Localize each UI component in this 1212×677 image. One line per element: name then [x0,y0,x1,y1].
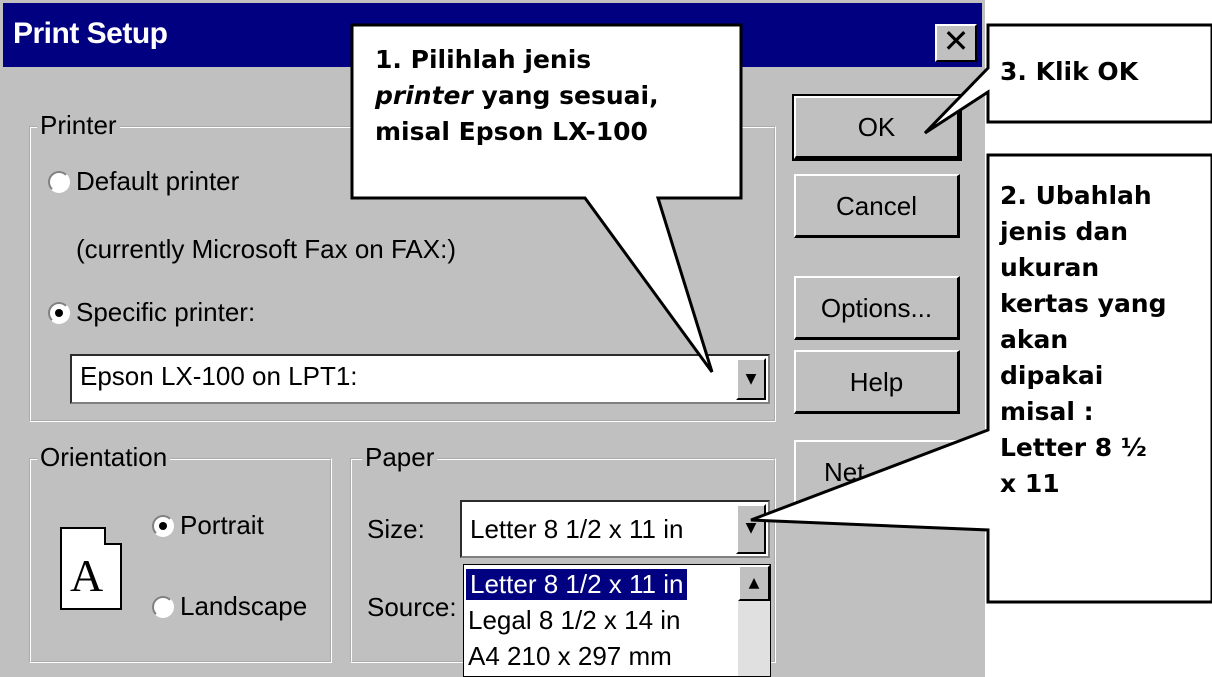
callout2-text: 2. Ubahlah jenis dan ukuran kertas yang … [1000,178,1167,502]
callout2-line: 2. Ubahlah [1000,181,1152,210]
callout1-line1-text: Pilihlah jenis [410,45,592,74]
callout1-number: 1. [375,45,402,74]
callout2-line: akan [1000,325,1069,354]
callout1-line3: misal Epson LX-100 [375,117,648,146]
callout2-line: Letter 8 ½ [1000,433,1147,462]
callout1-text: 1. Pilihlah jenis printer yang sesuai, m… [375,42,659,150]
callout2-line: dipakai [1000,361,1104,390]
callout2-line: kertas yang [1000,289,1167,318]
callout1-line2-text: yang sesuai, [481,81,659,110]
callout2-line: jenis dan [1000,217,1129,246]
callout3-text: 3. Klik OK [1000,57,1139,86]
callout2-line: misal : [1000,397,1094,426]
callout1-italic-word: printer [375,81,473,110]
callout2-line: x 11 [1000,469,1060,498]
callout1-line2: printer yang sesuai, [375,78,659,114]
callout1-line1: 1. Pilihlah jenis [375,42,659,78]
callout2-line: ukuran [1000,253,1100,282]
